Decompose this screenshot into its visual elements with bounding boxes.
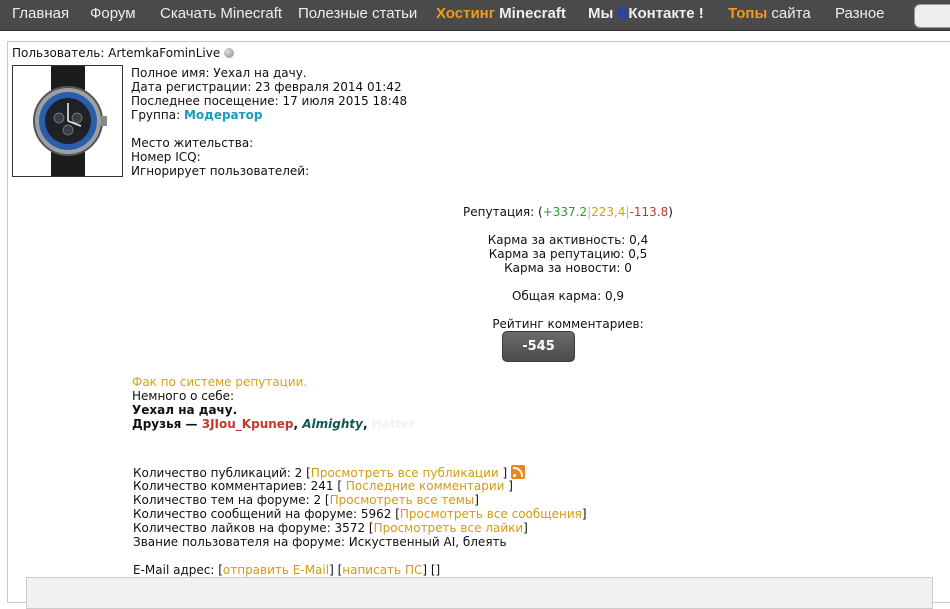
about-label: Немного о себе: [132, 389, 235, 403]
friends-line: Друзья — 3JIou_Kpunep, Almighty, Hatter [132, 417, 415, 431]
profile-panel: Пользователь: ArtemkaFominLive Полное им… [7, 41, 950, 609]
nav-articles[interactable]: Полезные статьи [298, 5, 417, 22]
email-label: E-Mail адрес: [ [133, 563, 223, 577]
comments-text: Количество комментариев: 241 [ [133, 479, 346, 493]
topics-end: ] [474, 493, 479, 507]
username: ArtemkaFominLive [108, 46, 221, 60]
publications-line: Количество публикаций: 2 [Просмотреть вс… [133, 465, 587, 480]
reputation-neutral: 223,4 [591, 205, 626, 219]
user-label: Пользователь: [12, 46, 109, 60]
nav-vk-part3: Контакте ! [628, 5, 704, 22]
topics-text: Количество тем на форуме: 2 [ [133, 493, 330, 507]
karma-activity: Карма за активность: 0,4 [487, 233, 649, 247]
likes-text: Количество лайков на форуме: 3572 [ [133, 521, 374, 535]
profile-info: Полное имя: Уехал на дачу. Дата регистра… [131, 66, 407, 178]
karma-total: Общая карма: 0,9 [511, 289, 625, 303]
friends-label: Друзья — [132, 417, 202, 431]
comments-line: Количество комментариев: 241 [ Последние… [133, 479, 587, 493]
topics-line: Количество тем на форуме: 2 [Просмотреть… [133, 493, 587, 507]
location: Место жительства: [131, 136, 254, 150]
messages-text: Количество сообщений на форуме: 5962 [ [133, 507, 400, 521]
friends-separator: , [362, 417, 372, 431]
email-end: ] [] [422, 563, 441, 577]
messages-line: Количество сообщений на форуме: 5962 [Пр… [133, 507, 587, 521]
icq-number: Номер ICQ: [131, 150, 201, 164]
comments-end: ] [504, 479, 513, 493]
last-comments-link[interactable]: Последние комментарии [346, 479, 505, 493]
group-value[interactable]: Модератор [184, 108, 263, 122]
nav-tops[interactable]: Топы сайта [728, 5, 811, 22]
top-navigation: Главная Форум Скачать Minecraft Полезные… [0, 0, 950, 31]
reputation-minus: -113.8 [629, 205, 669, 219]
watch-avatar-image [33, 66, 107, 176]
rss-icon[interactable] [511, 465, 526, 479]
reputation-faq-link[interactable]: Фак по системе репутации. [132, 375, 307, 389]
registration-date: Дата регистрации: 23 февраля 2014 01:42 [131, 80, 402, 94]
nav-hosting[interactable]: Хостинг Minecraft [436, 5, 566, 22]
send-email-link[interactable]: отправить E-Mail [223, 563, 329, 577]
last-visit: Последнее посещение: 17 июля 2015 18:48 [131, 94, 408, 108]
nav-misc[interactable]: Разное [835, 5, 885, 22]
comment-rating-badge: -545 [502, 331, 575, 362]
friend-link[interactable]: Almighty [302, 417, 363, 431]
group-label: Группа: [131, 108, 184, 122]
online-status-icon [224, 48, 235, 58]
full-name: Полное имя: Уехал на дачу. [131, 66, 307, 80]
likes-end: ] [523, 521, 528, 535]
nav-vk-part1: Мы [588, 5, 618, 22]
nav-forum[interactable]: Форум [90, 5, 136, 22]
reputation-label: Репутация: ( [463, 205, 543, 219]
user-line: Пользователь: ArtemkaFominLive [12, 46, 235, 60]
karma-news: Карма за новости: 0 [504, 261, 632, 275]
friends-separator: , [293, 417, 303, 431]
nav-hosting-part1: Хостинг [436, 5, 495, 22]
nav-tops-part1: Топы [728, 5, 768, 22]
avatar [12, 65, 123, 177]
nav-tops-part2: сайта [767, 5, 811, 22]
nav-vk-part2: В [617, 5, 629, 22]
ignored-users: Игнорирует пользователей: [131, 164, 310, 178]
karma-reputation: Карма за репутацию: 0,5 [488, 247, 648, 261]
search-input[interactable] [914, 4, 950, 28]
friend-link[interactable]: 3JIou_Kpunep [202, 417, 294, 431]
view-publications-link[interactable]: Просмотреть все публикации [311, 466, 499, 480]
friend-link[interactable]: Hatter [372, 417, 416, 431]
bottom-section [26, 577, 933, 609]
messages-end: ] [581, 507, 587, 521]
publications-end: ] [498, 466, 508, 480]
nav-vk[interactable]: Мы ВКонтакте ! [588, 5, 704, 22]
email-line: E-Mail адрес: [отправить E-Mail] [написа… [133, 563, 587, 577]
view-likes-link[interactable]: Просмотреть все лайки [374, 521, 524, 535]
email-separator: ] [ [329, 563, 343, 577]
reputation-line: Репутация: (+337.2|223,4|-113.8) [308, 205, 828, 219]
view-messages-link[interactable]: Просмотреть все сообщения [400, 507, 582, 521]
nav-home[interactable]: Главная [12, 5, 69, 22]
reputation-plus: +337.2 [542, 205, 588, 219]
reputation-close: ) [668, 205, 673, 219]
forum-rank: Звание пользователя на форуме: Искуствен… [133, 535, 507, 549]
nav-hosting-part2: Minecraft [499, 5, 566, 22]
view-topics-link[interactable]: Просмотреть все темы [330, 493, 475, 507]
group-line: Группа: Модератор [131, 108, 407, 122]
user-stats: Количество публикаций: 2 [Просмотреть вс… [133, 465, 587, 577]
comment-rating-label: Рейтинг комментариев: [492, 317, 644, 331]
nav-download[interactable]: Скачать Minecraft [160, 5, 282, 22]
likes-line: Количество лайков на форуме: 3572 [Просм… [133, 521, 587, 535]
publications-text: Количество публикаций: 2 [ [133, 466, 311, 480]
send-pm-link[interactable]: написать ПС [342, 563, 422, 577]
about-text: Уехал на дачу. [132, 403, 238, 417]
